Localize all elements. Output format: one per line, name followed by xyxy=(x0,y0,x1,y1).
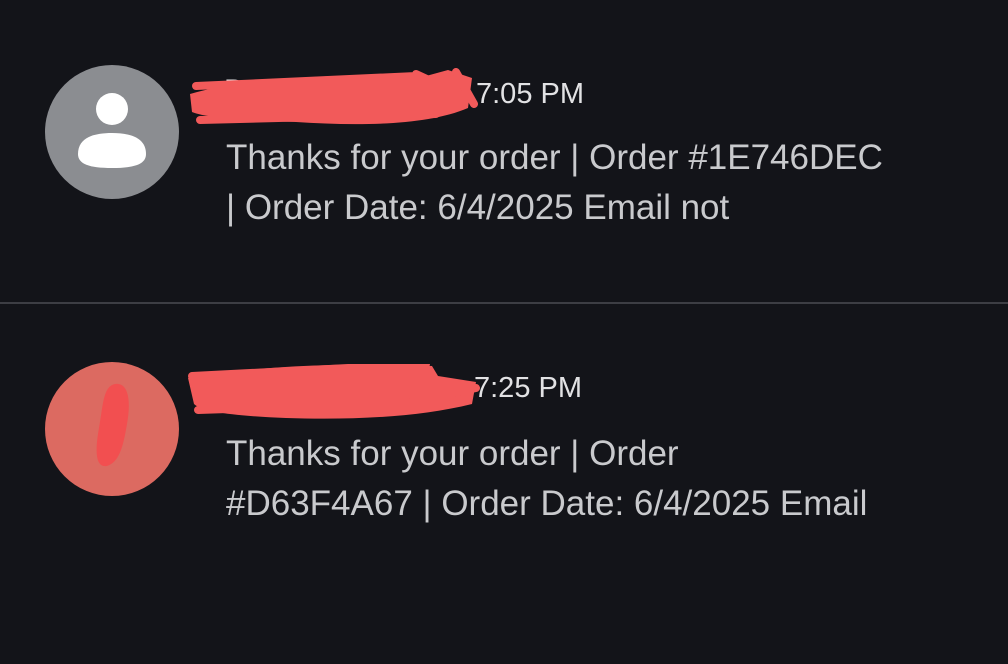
conversation-item[interactable]: D 7:25 PM Thanks for your order | Order … xyxy=(0,304,1008,664)
timestamp: 7:25 PM xyxy=(474,372,582,404)
sender-row: D 7:25 PM xyxy=(186,364,786,419)
preview-line: #D63F4A67 | Order Date: 6/4/2025 Email xyxy=(226,484,868,523)
conversation-list: D 7:05 PM Thanks for your order | Order … xyxy=(0,0,1008,664)
preview-line: Thanks for your order | Order xyxy=(226,434,679,473)
avatar xyxy=(45,362,179,496)
redaction-scribble xyxy=(190,68,478,125)
conversation-item[interactable]: D 7:05 PM Thanks for your order | Order … xyxy=(0,0,1008,302)
message-preview: Thanks for your order | Order #1E746DEC … xyxy=(226,133,986,233)
message-preview: Thanks for your order | Order #D63F4A67 … xyxy=(226,429,986,529)
preview-line: Thanks for your order | Order #1E746DEC xyxy=(226,138,883,177)
preview-line: | Order Date: 6/4/2025 Email not xyxy=(226,188,730,227)
person-icon xyxy=(78,93,146,168)
redacted-initial-mark xyxy=(96,383,129,467)
timestamp: 7:05 PM xyxy=(476,78,584,110)
avatar xyxy=(45,65,179,199)
sender-row: D 7:05 PM xyxy=(186,68,786,125)
redaction-scribble xyxy=(188,364,480,419)
